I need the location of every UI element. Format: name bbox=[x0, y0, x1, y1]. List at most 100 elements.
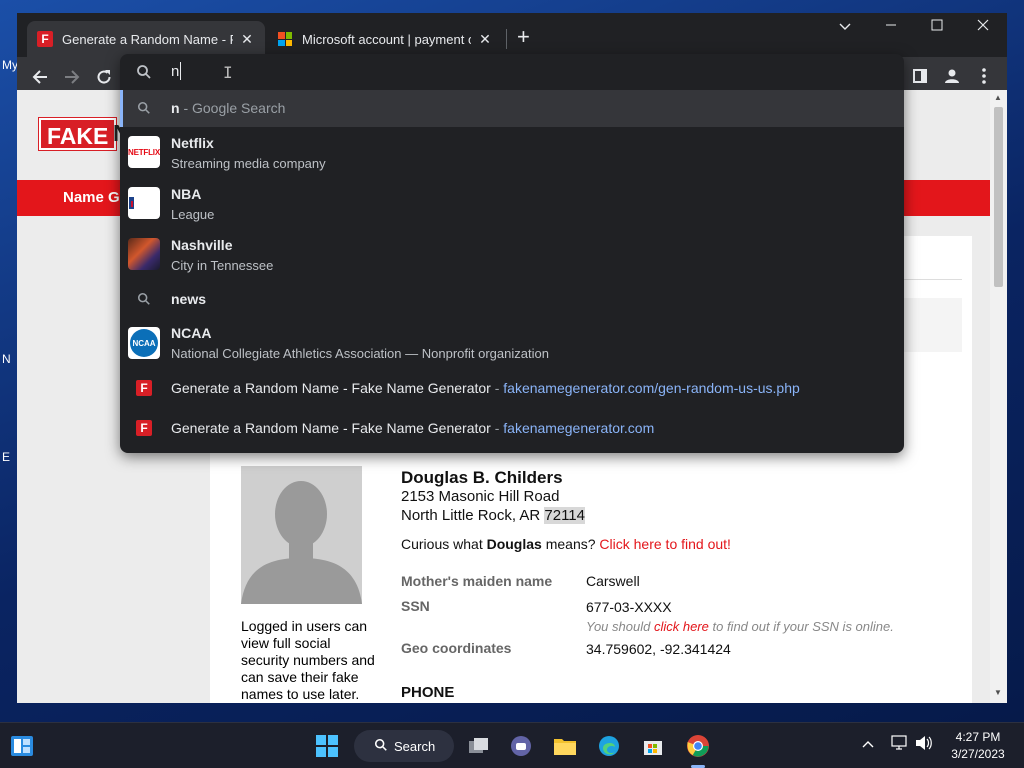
tab-microsoft-account[interactable]: Microsoft account | payment options ✕ bbox=[267, 21, 503, 57]
minimize-button[interactable] bbox=[868, 13, 914, 41]
show-hidden-icons-icon[interactable] bbox=[862, 736, 874, 751]
curious-mid: means? bbox=[541, 536, 600, 552]
suggestion-label: n - Google Search bbox=[171, 100, 285, 116]
forward-arrow-icon[interactable] bbox=[60, 67, 84, 91]
taskbar-search-button[interactable]: Search bbox=[354, 730, 454, 762]
close-icon[interactable]: ✕ bbox=[477, 31, 493, 47]
clock-time: 4:27 PM bbox=[955, 730, 1001, 744]
profile-icon[interactable] bbox=[941, 68, 963, 90]
file-explorer-icon[interactable] bbox=[551, 732, 579, 760]
tab-fake-name-generator[interactable]: F Generate a Random Name - Fake Name Gen… bbox=[27, 21, 265, 57]
maximize-button[interactable] bbox=[914, 13, 960, 41]
suggestion-search-n[interactable]: n - Google Search bbox=[120, 90, 904, 127]
start-icon[interactable] bbox=[313, 732, 341, 760]
suggestion-ncaa[interactable]: NCAA NCAA National Collegiate Athletics … bbox=[120, 318, 904, 368]
address-zip: 72114 bbox=[544, 507, 585, 524]
site-logo[interactable]: FAKE bbox=[39, 118, 117, 150]
system-clock[interactable]: 4:27 PM 3/27/2023 bbox=[946, 729, 1010, 763]
ssn-check-link[interactable]: click here bbox=[654, 619, 709, 634]
widgets-icon[interactable] bbox=[8, 732, 36, 760]
desktop-icon-label[interactable]: My bbox=[2, 58, 18, 72]
curious-prefix: Curious what bbox=[401, 536, 487, 552]
address-city: North Little Rock, AR 72114 bbox=[401, 507, 585, 524]
teams-chat-icon[interactable] bbox=[507, 732, 535, 760]
suggestion-title: NBA bbox=[171, 186, 202, 202]
edge-browser-icon[interactable] bbox=[595, 732, 623, 760]
search-icon bbox=[137, 65, 151, 79]
suggestion-label: Generate a Random Name - Fake Name Gener… bbox=[171, 380, 800, 396]
geo-value[interactable]: 34.759602, -92.341424 bbox=[586, 641, 731, 657]
reload-icon[interactable] bbox=[92, 67, 116, 91]
close-icon[interactable]: ✕ bbox=[239, 31, 255, 47]
ssn-value: 677-03-XXXX bbox=[586, 599, 672, 615]
suggestion-subtitle: City in Tennessee bbox=[171, 258, 274, 273]
suggestion-title: Nashville bbox=[171, 237, 233, 253]
avatar-placeholder bbox=[241, 466, 362, 604]
geo-label: Geo coordinates bbox=[401, 640, 512, 656]
name-meaning-line: Curious what Douglas means? Click here t… bbox=[401, 536, 731, 552]
fake-name-favicon-icon: F bbox=[37, 31, 53, 47]
task-view-icon[interactable] bbox=[465, 732, 493, 760]
suggestion-nba[interactable]: NBA League bbox=[120, 178, 904, 229]
tab-title: Microsoft account | payment options bbox=[302, 31, 471, 47]
suggestion-nashville[interactable]: Nashville City in Tennessee bbox=[120, 229, 904, 280]
side-panel-icon[interactable] bbox=[909, 68, 931, 90]
suggestion-url: fakenamegenerator.com/gen-random-us-us.p… bbox=[503, 380, 800, 396]
suggestion-search-news[interactable]: news bbox=[120, 280, 904, 318]
chrome-icon[interactable] bbox=[684, 732, 712, 760]
logged-in-note: Logged in users can view full social sec… bbox=[241, 618, 375, 702]
ssn-note-prefix: You should bbox=[586, 619, 654, 634]
scroll-down-icon[interactable]: ▼ bbox=[994, 688, 1002, 697]
taskbar-search-label: Search bbox=[394, 738, 436, 754]
search-icon bbox=[136, 100, 152, 116]
suggestion-subtitle: National Collegiate Athletics Associatio… bbox=[171, 346, 549, 361]
address-bar[interactable]: n I bbox=[120, 54, 904, 90]
desktop-icon-label[interactable]: E bbox=[2, 450, 10, 464]
search-icon bbox=[374, 738, 388, 755]
suggestion-title: Generate a Random Name - Fake Name Gener… bbox=[171, 420, 491, 436]
suggestion-history-1[interactable]: F Generate a Random Name - Fake Name Gen… bbox=[120, 368, 904, 408]
name-meaning-link[interactable]: Click here to find out! bbox=[599, 536, 731, 552]
suggestion-url: fakenamegenerator.com bbox=[503, 420, 655, 436]
tab-strip: F Generate a Random Name - Fake Name Gen… bbox=[17, 13, 1007, 57]
search-icon bbox=[136, 291, 152, 307]
maiden-name-label: Mother's maiden name bbox=[401, 573, 553, 589]
page-scrollbar[interactable]: ▲ ▼ bbox=[990, 90, 1007, 703]
network-icon[interactable] bbox=[891, 735, 909, 754]
suggestion-suffix: - Google Search bbox=[179, 100, 286, 116]
netflix-logo-icon: NETFLIX bbox=[128, 136, 160, 168]
microsoft-store-icon[interactable] bbox=[639, 732, 667, 760]
tab-search-dropdown-icon[interactable] bbox=[822, 13, 868, 41]
curious-name: Douglas bbox=[486, 536, 542, 552]
suggestion-title: NCAA bbox=[171, 325, 212, 341]
suggestion-separator: - bbox=[490, 380, 504, 396]
tab-separator bbox=[506, 29, 507, 49]
nav-item-name-generator[interactable]: Name Ge bbox=[63, 189, 128, 206]
omnibox-dropdown: n I n - Google Search NETFLIX Netflix St… bbox=[120, 54, 904, 453]
address-city-state: North Little Rock, AR bbox=[401, 507, 545, 524]
back-arrow-icon[interactable] bbox=[28, 67, 52, 91]
scroll-thumb[interactable] bbox=[994, 107, 1003, 287]
suggestion-history-2[interactable]: F Generate a Random Name - Fake Name Gen… bbox=[120, 408, 904, 448]
suggestion-netflix[interactable]: NETFLIX Netflix Streaming media company bbox=[120, 127, 904, 178]
taskbar: Search 4:27 PM 3/27/2023 bbox=[0, 722, 1024, 768]
suggestion-title: Generate a Random Name - Fake Name Gener… bbox=[171, 380, 491, 396]
close-window-button[interactable] bbox=[960, 13, 1006, 41]
text-caret bbox=[180, 62, 181, 80]
desktop-icon-label[interactable]: N bbox=[2, 352, 11, 366]
new-tab-button[interactable]: + bbox=[517, 26, 530, 48]
suggestion-label: Generate a Random Name - Fake Name Gener… bbox=[171, 420, 654, 436]
clock-date: 3/27/2023 bbox=[951, 747, 1005, 761]
suggestion-separator: - bbox=[490, 420, 504, 436]
fake-name-favicon-icon: F bbox=[136, 420, 152, 436]
more-menu-icon[interactable] bbox=[973, 68, 995, 90]
scroll-up-icon[interactable]: ▲ bbox=[994, 93, 1002, 102]
volume-icon[interactable] bbox=[915, 735, 933, 754]
maiden-name-value: Carswell bbox=[586, 573, 640, 589]
ncaa-logo-icon: NCAA bbox=[128, 327, 160, 359]
ssn-note: You should click here to find out if you… bbox=[586, 619, 894, 634]
address-bar-text[interactable]: n bbox=[171, 63, 179, 80]
svg-text:NCAA: NCAA bbox=[132, 339, 155, 348]
address-street: 2153 Masonic Hill Road bbox=[401, 488, 560, 505]
nba-logo-icon bbox=[128, 187, 160, 219]
